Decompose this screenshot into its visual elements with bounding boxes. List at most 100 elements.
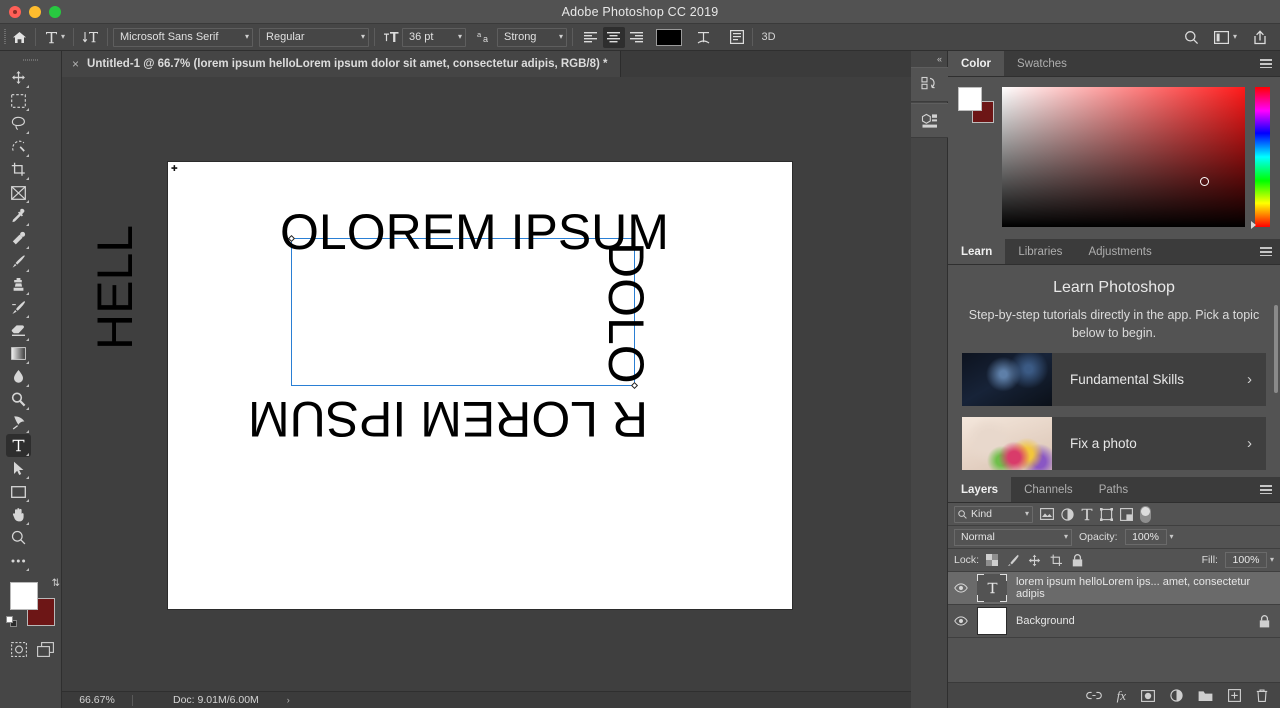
filter-kind-select[interactable]: Kind ▾ — [954, 506, 1033, 523]
align-left-button[interactable] — [580, 27, 602, 48]
quick-mask-icon[interactable] — [11, 642, 27, 657]
opacity-value[interactable]: 100% — [1125, 529, 1167, 545]
layer-thumbnail-background[interactable] — [977, 607, 1007, 635]
chevron-down-icon[interactable]: ▾ — [1270, 556, 1274, 564]
swap-colors-icon[interactable]: ⇅ — [52, 578, 60, 589]
layer-visibility-icon[interactable] — [954, 583, 968, 593]
delete-layer-icon[interactable] — [1256, 689, 1268, 702]
color-field[interactable] — [1002, 87, 1245, 227]
adjustment-layer-icon[interactable] — [1170, 689, 1183, 702]
warp-text-icon[interactable] — [693, 27, 714, 48]
clone-stamp-tool[interactable] — [6, 273, 31, 296]
lock-image-pixels-icon[interactable] — [1007, 554, 1019, 566]
share-icon[interactable] — [1249, 27, 1270, 48]
rectangular-marquee-tool[interactable] — [6, 89, 31, 112]
panel-menu-icon[interactable] — [1260, 239, 1280, 264]
table-row[interactable]: lorem ipsum helloLorem ips... amet, cons… — [948, 572, 1280, 605]
status-expand-icon[interactable]: › — [259, 695, 290, 705]
lock-artboard-icon[interactable] — [1050, 554, 1063, 567]
zoom-level[interactable]: 66.67% — [62, 694, 132, 706]
tab-channels[interactable]: Channels — [1011, 477, 1086, 502]
lasso-tool[interactable] — [6, 112, 31, 135]
text-orientation-icon[interactable] — [79, 27, 102, 48]
path-text-bottom[interactable]: R LOREM IPSUM — [248, 390, 648, 448]
close-icon[interactable]: × — [72, 57, 79, 71]
history-panel-icon[interactable] — [911, 67, 948, 102]
panel-menu-icon[interactable] — [1260, 477, 1280, 502]
table-row[interactable]: Background — [948, 605, 1280, 638]
new-group-icon[interactable] — [1198, 690, 1213, 702]
history-brush-tool[interactable] — [6, 296, 31, 319]
tools-panel-grip[interactable] — [0, 55, 61, 64]
document-tab[interactable]: × Untitled-1 @ 66.7% (lorem ipsum helloL… — [62, 51, 621, 77]
path-text-right[interactable]: DOLO — [597, 242, 655, 384]
layer-mask-icon[interactable] — [1141, 690, 1155, 702]
new-layer-icon[interactable] — [1228, 689, 1241, 702]
text-color-swatch[interactable] — [656, 29, 682, 46]
shape-filter-icon[interactable] — [1100, 508, 1113, 521]
three-d-button[interactable]: 3D — [758, 27, 779, 48]
blend-mode-select[interactable]: Normal ▾ — [954, 529, 1072, 546]
panel-menu-icon[interactable] — [1260, 51, 1280, 76]
foreground-color-swatch[interactable] — [10, 582, 38, 610]
dodge-tool[interactable] — [6, 388, 31, 411]
options-bar-grip[interactable] — [0, 24, 9, 51]
lock-position-icon[interactable] — [1028, 554, 1041, 567]
chevron-down-icon[interactable]: ▾ — [1170, 533, 1174, 541]
align-center-button[interactable] — [603, 27, 625, 48]
artboard[interactable]: ✚ OLOREM IPSUM HELL DOLO R LOREM IPSUM — [168, 162, 792, 609]
learn-card-fundamental-skills[interactable]: Fundamental Skills › — [962, 353, 1266, 406]
brush-tool[interactable] — [6, 250, 31, 273]
collapse-panels-icon[interactable]: « — [911, 51, 947, 67]
path-text-left[interactable]: HELL — [86, 225, 144, 350]
lock-transparent-pixels-icon[interactable] — [986, 554, 998, 566]
font-family-select[interactable]: Microsoft Sans Serif ▾ — [113, 28, 253, 47]
tab-paths[interactable]: Paths — [1086, 477, 1141, 502]
filter-toggle[interactable] — [1140, 506, 1151, 523]
edit-toolbar-tool[interactable] — [6, 549, 31, 572]
path-selection-tool[interactable] — [6, 457, 31, 480]
type-tool[interactable] — [6, 434, 31, 457]
search-icon[interactable] — [1181, 27, 1202, 48]
tab-color[interactable]: Color — [948, 51, 1004, 76]
font-size-select[interactable]: 36 pt ▾ — [402, 28, 466, 47]
screen-mode-icon[interactable] — [37, 642, 54, 657]
tab-layers[interactable]: Layers — [948, 477, 1011, 502]
gradient-tool[interactable] — [6, 342, 31, 365]
layer-style-icon[interactable]: fx — [1117, 688, 1126, 704]
workspace-switcher-icon[interactable]: ▾ — [1211, 27, 1240, 48]
fill-value[interactable]: 100% — [1225, 552, 1267, 568]
link-layers-icon[interactable] — [1086, 691, 1102, 700]
learn-card-fix-a-photo[interactable]: Fix a photo › — [962, 417, 1266, 470]
font-style-select[interactable]: Regular ▾ — [259, 28, 369, 47]
crop-tool[interactable] — [6, 158, 31, 181]
quick-selection-tool[interactable] — [6, 135, 31, 158]
zoom-tool[interactable] — [6, 526, 31, 549]
fill-control[interactable]: 100% ▾ — [1225, 552, 1274, 568]
smart-object-filter-icon[interactable] — [1120, 508, 1133, 521]
move-tool[interactable] — [6, 66, 31, 89]
layer-visibility-icon[interactable] — [954, 616, 968, 626]
type-filter-icon[interactable] — [1081, 508, 1093, 521]
lock-all-icon[interactable] — [1072, 554, 1083, 567]
foreground-color-swatch[interactable] — [958, 87, 982, 111]
learn-scrollbar[interactable] — [1274, 305, 1278, 393]
default-colors-icon[interactable] — [6, 616, 18, 628]
blur-tool[interactable] — [6, 365, 31, 388]
character-panels-icon[interactable] — [726, 27, 747, 48]
frame-tool[interactable] — [6, 181, 31, 204]
tab-libraries[interactable]: Libraries — [1005, 239, 1075, 264]
active-tool-picker[interactable]: ▾ — [41, 27, 68, 48]
eyedropper-tool[interactable] — [6, 204, 31, 227]
layer-thumbnail-text[interactable] — [977, 574, 1007, 602]
color-field-marker[interactable] — [1200, 177, 1209, 186]
opacity-control[interactable]: 100% ▾ — [1125, 529, 1174, 545]
tab-adjustments[interactable]: Adjustments — [1075, 239, 1164, 264]
anti-aliasing-select[interactable]: Strong ▾ — [497, 28, 567, 47]
pen-tool[interactable] — [6, 411, 31, 434]
canvas-area[interactable]: ✚ OLOREM IPSUM HELL DOLO R LOREM IPSUM — [62, 77, 911, 691]
home-icon[interactable] — [9, 27, 30, 48]
image-filter-icon[interactable] — [1040, 508, 1054, 520]
hand-tool[interactable] — [6, 503, 31, 526]
align-right-button[interactable] — [626, 27, 648, 48]
